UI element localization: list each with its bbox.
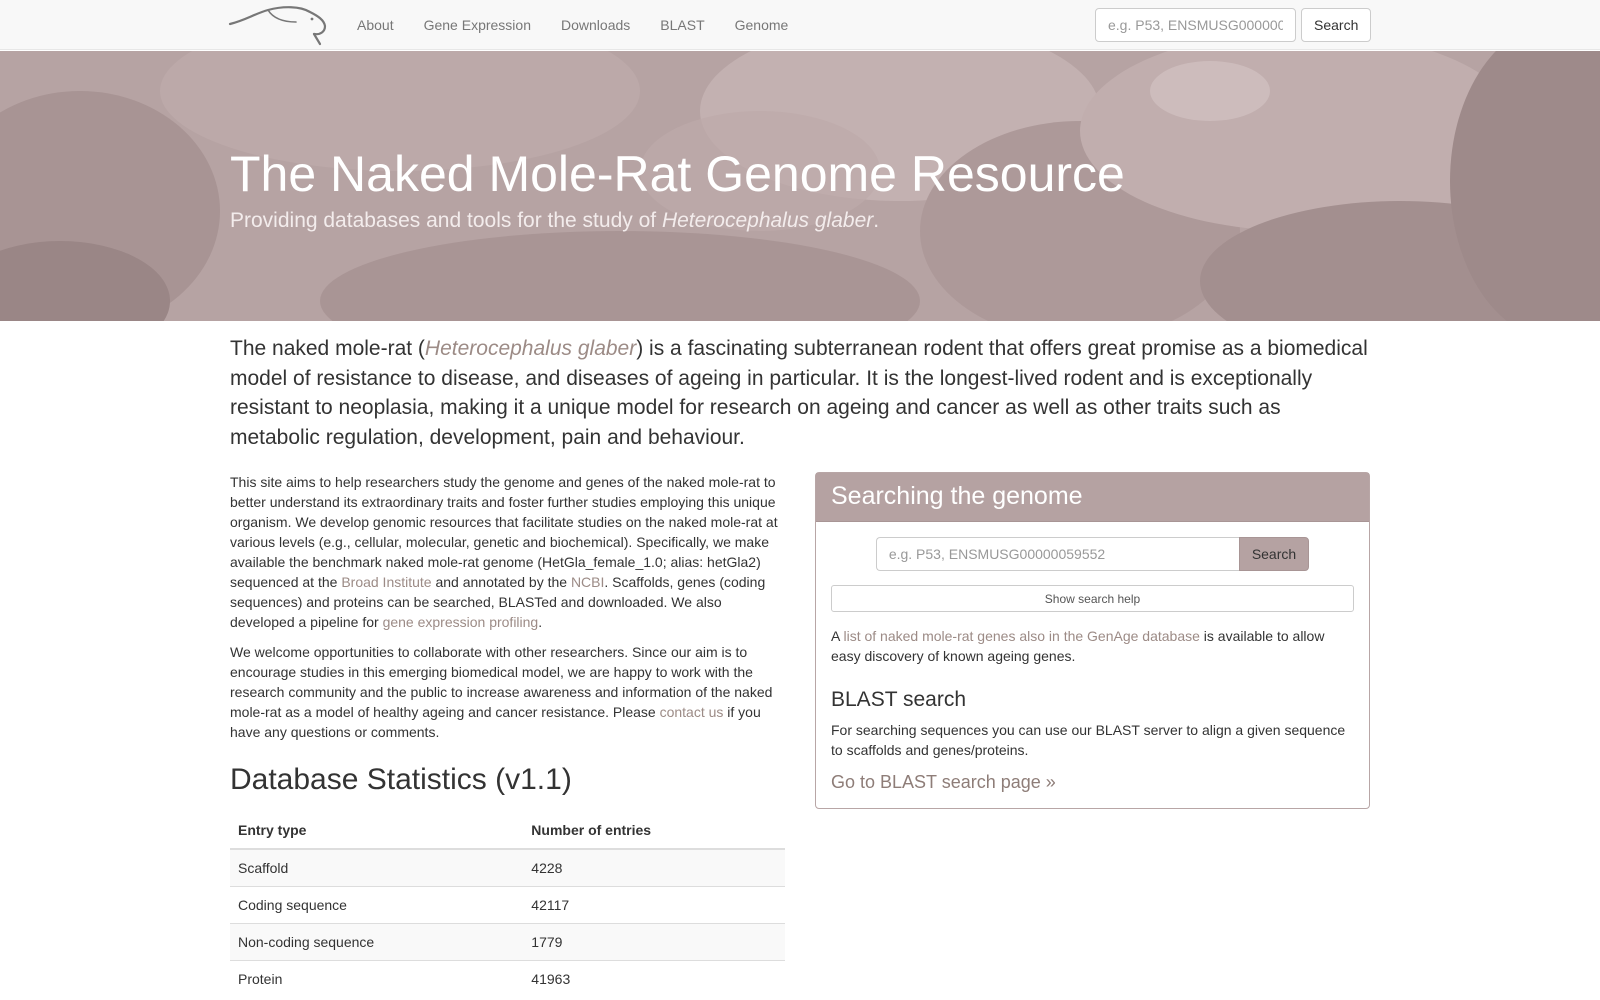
panel-heading: Searching the genome	[816, 473, 1369, 522]
blast-search-title: BLAST search	[831, 688, 967, 711]
lead-prefix: The naked mole-rat (	[230, 337, 425, 360]
table-cell: 1779	[523, 923, 785, 961]
table-cell: Non-coding sequence	[230, 923, 524, 961]
contact-us-link[interactable]: contact us	[660, 704, 724, 720]
navbar: About Gene Expression Downloads BLAST Ge…	[0, 0, 1600, 50]
intro-text: This site aims to help researchers study…	[230, 474, 778, 590]
blast-description: For searching sequences you can use our …	[831, 722, 1346, 758]
show-search-help-button[interactable]: Show search help	[831, 585, 1354, 612]
hero-subtitle-suffix: .	[873, 209, 880, 232]
nav-genome[interactable]: Genome	[720, 0, 804, 50]
genome-search-form: Search	[831, 537, 1354, 571]
nav-gene-expression[interactable]: Gene Expression	[409, 0, 546, 50]
genome-search-button[interactable]: Search	[1238, 537, 1310, 571]
hero-title: The Naked Mole-Rat Genome Resource	[230, 146, 1125, 202]
table-row: Non-coding sequence 1779	[230, 923, 785, 961]
nav-search-button[interactable]: Search	[1301, 8, 1372, 42]
nav-search-input[interactable]	[1095, 8, 1296, 42]
hero-subtitle: Providing databases and tools for the st…	[230, 209, 879, 233]
genage-list-link[interactable]: list of naked mole-rat genes also in the…	[843, 628, 1199, 644]
intro-text: .	[538, 614, 543, 630]
nav-search-form: Search	[1095, 8, 1372, 42]
intro-text: and annotated by the	[431, 574, 571, 590]
lead-species-link[interactable]: Heterocephalus glaber	[425, 337, 636, 360]
broad-institute-link[interactable]: Broad Institute	[341, 574, 431, 590]
table-row: Protein 41963	[230, 960, 785, 998]
table-cell: 4228	[523, 848, 785, 887]
intro-paragraph-2: We welcome opportunities to collaborate …	[230, 642, 785, 742]
genage-text: A	[831, 628, 844, 644]
table-header-row: Entry type Number of entries	[230, 812, 785, 850]
nav-links: About Gene Expression Downloads BLAST Ge…	[342, 0, 803, 50]
table-cell: Scaffold	[230, 848, 524, 887]
intro-column: This site aims to help researchers study…	[230, 472, 785, 998]
genome-search-input[interactable]	[875, 537, 1239, 571]
table-cell: Coding sequence	[230, 886, 524, 924]
nav-about[interactable]: About	[342, 0, 409, 50]
hero-banner: The Naked Mole-Rat Genome Resource Provi…	[0, 51, 1600, 321]
table-cell: Protein	[230, 960, 524, 998]
column-header: Entry type	[230, 812, 524, 850]
intro-paragraph-1: This site aims to help researchers study…	[230, 472, 785, 632]
table-row: Scaffold 4228	[230, 848, 785, 887]
nav-downloads[interactable]: Downloads	[546, 0, 645, 50]
gene-expression-link[interactable]: gene expression profiling	[383, 614, 539, 630]
table-cell: 42117	[523, 886, 785, 924]
nav-blast[interactable]: BLAST	[645, 0, 719, 50]
genage-paragraph: A list of naked mole-rat genes also in t…	[831, 626, 1354, 666]
panel-body: Search Show search help A list of naked …	[816, 522, 1369, 807]
table-row: Coding sequence 42117	[230, 886, 785, 924]
hero-subtitle-prefix: Providing databases and tools for the st…	[230, 209, 662, 232]
panel-title: Searching the genome	[831, 482, 1083, 510]
hero-subtitle-species: Heterocephalus glaber	[661, 209, 874, 232]
blast-search-page-link[interactable]: Go to BLAST search page »	[831, 772, 1354, 792]
ncbi-link[interactable]: NCBI	[571, 574, 604, 590]
mole-rat-logo-icon[interactable]	[228, 4, 328, 46]
statistics-table: Entry type Number of entries Scaffold 42…	[230, 812, 785, 998]
database-statistics-title: Database Statistics (v1.1)	[230, 763, 572, 796]
table-cell: 41963	[523, 960, 785, 998]
lead-paragraph: The naked mole-rat (Heterocephalus glabe…	[230, 334, 1372, 452]
genome-search-panel: Searching the genome Search Show search …	[815, 472, 1370, 809]
column-header: Number of entries	[523, 812, 785, 850]
